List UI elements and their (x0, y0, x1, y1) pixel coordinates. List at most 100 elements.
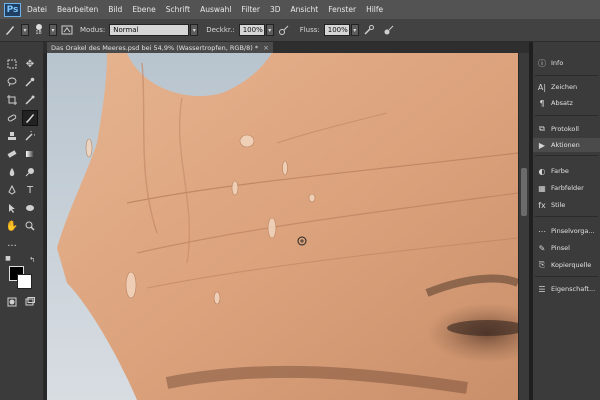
close-icon[interactable]: × (263, 44, 269, 52)
flow-label: Fluss: (299, 26, 320, 34)
panel-eigenschaften[interactable]: ☰ Eigenschaft... (533, 282, 600, 296)
menu-bearbeiten[interactable]: Bearbeiten (57, 5, 98, 14)
swatches-icon: ▦ (538, 183, 546, 193)
panel-divider (535, 115, 598, 116)
panel-divider (535, 155, 598, 156)
document-tab-bar: Das Orakel des Meeres.psd bei 54,9% (Was… (43, 42, 530, 53)
flow-dropdown[interactable]: ▾ (350, 24, 359, 36)
panel-stile[interactable]: fx Stile (533, 198, 600, 212)
rectangular-marquee-tool-icon[interactable] (4, 56, 20, 72)
brush-size-picker[interactable]: 18 (31, 22, 46, 38)
move-tool-icon[interactable]: ✥ (22, 56, 38, 72)
pen-tool-icon[interactable] (4, 182, 20, 198)
pressure-size-icon[interactable] (382, 23, 396, 37)
quick-mask-icon[interactable] (4, 294, 20, 310)
lasso-tool-icon[interactable] (4, 74, 20, 90)
mode-select[interactable]: Normal (109, 24, 190, 36)
options-bar: ▾ 18 ▾ Modus: Normal ▾ Deckkr.: 100% ▾ F… (0, 19, 600, 42)
panel-aktionen[interactable]: ▶ Aktionen (533, 138, 600, 152)
brush-panel-toggle-icon[interactable] (60, 23, 74, 37)
menu-filter[interactable]: Filter (241, 5, 260, 14)
type-tool-icon[interactable]: T (22, 182, 38, 198)
photo-image (47, 53, 518, 400)
zoom-tool-icon[interactable] (22, 218, 38, 234)
panel-zeichen[interactable]: A| Zeichen (533, 80, 600, 94)
vertical-scrollbar[interactable] (519, 53, 529, 400)
edit-toolbar-icon[interactable]: ··· (4, 238, 20, 254)
pressure-opacity-icon[interactable] (277, 23, 291, 37)
background-color-swatch[interactable] (17, 274, 32, 289)
gradient-tool-icon[interactable] (22, 146, 38, 162)
document-canvas[interactable] (47, 53, 518, 400)
history-brush-tool-icon[interactable] (22, 128, 38, 144)
menu-hilfe[interactable]: Hilfe (366, 5, 383, 14)
actions-icon: ▶ (538, 140, 546, 150)
document-tab-title: Das Orakel des Meeres.psd bei 54,9% (Was… (51, 43, 259, 52)
airbrush-icon[interactable] (362, 23, 376, 37)
panel-pinsel-label: Pinsel (551, 244, 570, 252)
tools-panel: ✥ T ✋ ··· ■ ↰ (0, 42, 44, 400)
screen-mode-icon[interactable] (22, 294, 38, 310)
quick-selection-tool-icon[interactable] (22, 74, 38, 90)
panel-pinselvorgaben-label: Pinselvorga... (551, 227, 595, 235)
menu-3d[interactable]: 3D (270, 5, 281, 14)
panel-info[interactable]: ⓘ Info (533, 56, 600, 70)
default-colors-icon[interactable]: ■ (4, 254, 12, 262)
eraser-tool-icon[interactable] (4, 146, 20, 162)
crop-tool-icon[interactable] (4, 92, 20, 108)
menu-fenster[interactable]: Fenster (328, 5, 356, 14)
hand-tool-icon[interactable]: ✋ (4, 218, 20, 234)
menu-auswahl[interactable]: Auswahl (200, 5, 231, 14)
brush-picker-dropdown[interactable]: ▾ (49, 24, 57, 36)
menu-ebene[interactable]: Ebene (132, 5, 155, 14)
brush-tool-preset-icon[interactable] (3, 23, 17, 37)
ellipse-tool-icon[interactable] (22, 200, 38, 216)
panel-kopierquelle[interactable]: ⎘ Kopierquelle (533, 258, 600, 272)
properties-icon: ☰ (538, 284, 546, 294)
panel-eigenschaften-label: Eigenschaft... (551, 285, 596, 293)
panel-farbfelder[interactable]: ▦ Farbfelder (533, 181, 600, 195)
panel-divider (535, 276, 598, 277)
panel-protokoll-label: Protokoll (551, 125, 579, 133)
panel-absatz[interactable]: ¶ Absatz (533, 96, 600, 110)
tool-preset-dropdown[interactable]: ▾ (21, 24, 29, 36)
menu-schrift[interactable]: Schrift (166, 5, 190, 14)
menu-bild[interactable]: Bild (108, 5, 122, 14)
scrollbar-thumb[interactable] (521, 168, 527, 216)
brush-size-value: 18 (35, 30, 42, 36)
opacity-input[interactable]: 100% (238, 24, 265, 36)
panel-aktionen-label: Aktionen (551, 141, 580, 149)
path-selection-tool-icon[interactable] (4, 200, 20, 216)
dodge-tool-icon[interactable] (22, 164, 38, 180)
panel-info-label: Info (551, 59, 564, 67)
clone-stamp-tool-icon[interactable] (4, 128, 20, 144)
spot-healing-brush-tool-icon[interactable] (4, 110, 20, 126)
mode-dropdown[interactable]: ▾ (190, 24, 199, 36)
eyedropper-tool-icon[interactable] (22, 92, 38, 108)
swap-colors-icon[interactable]: ↰ (28, 256, 36, 264)
flow-input[interactable]: 100% (323, 24, 350, 36)
panel-pinsel[interactable]: ✎ Pinsel (533, 241, 600, 255)
panel-dock: ⓘ Info A| Zeichen ¶ Absatz ⧉ Protokoll ▶… (533, 42, 600, 400)
info-icon: ⓘ (538, 58, 546, 68)
photoshop-logo: Ps (4, 2, 21, 17)
menu-ansicht[interactable]: Ansicht (291, 5, 319, 14)
history-icon: ⧉ (539, 124, 545, 133)
opacity-label: Deckkr.: (206, 26, 235, 34)
character-icon: A| (537, 82, 547, 92)
panel-divider (535, 75, 598, 76)
brush-tool-icon[interactable] (22, 110, 38, 126)
document-tab[interactable]: Das Orakel des Meeres.psd bei 54,9% (Was… (47, 42, 273, 53)
brush-icon: ✎ (538, 243, 546, 253)
color-icon: ◐ (538, 166, 546, 176)
panel-farbe[interactable]: ◐ Farbe (533, 164, 600, 178)
menu-bar: Ps Datei Bearbeiten Bild Ebene Schrift A… (0, 0, 600, 19)
mode-label: Modus: (80, 26, 106, 34)
panel-stile-label: Stile (551, 201, 566, 209)
panel-zeichen-label: Zeichen (551, 83, 578, 91)
blur-tool-icon[interactable] (4, 164, 20, 180)
menu-datei[interactable]: Datei (27, 5, 47, 14)
opacity-dropdown[interactable]: ▾ (265, 24, 274, 36)
panel-pinselvorgaben[interactable]: ⋯ Pinselvorga... (533, 224, 600, 238)
panel-protokoll[interactable]: ⧉ Protokoll (533, 122, 600, 136)
